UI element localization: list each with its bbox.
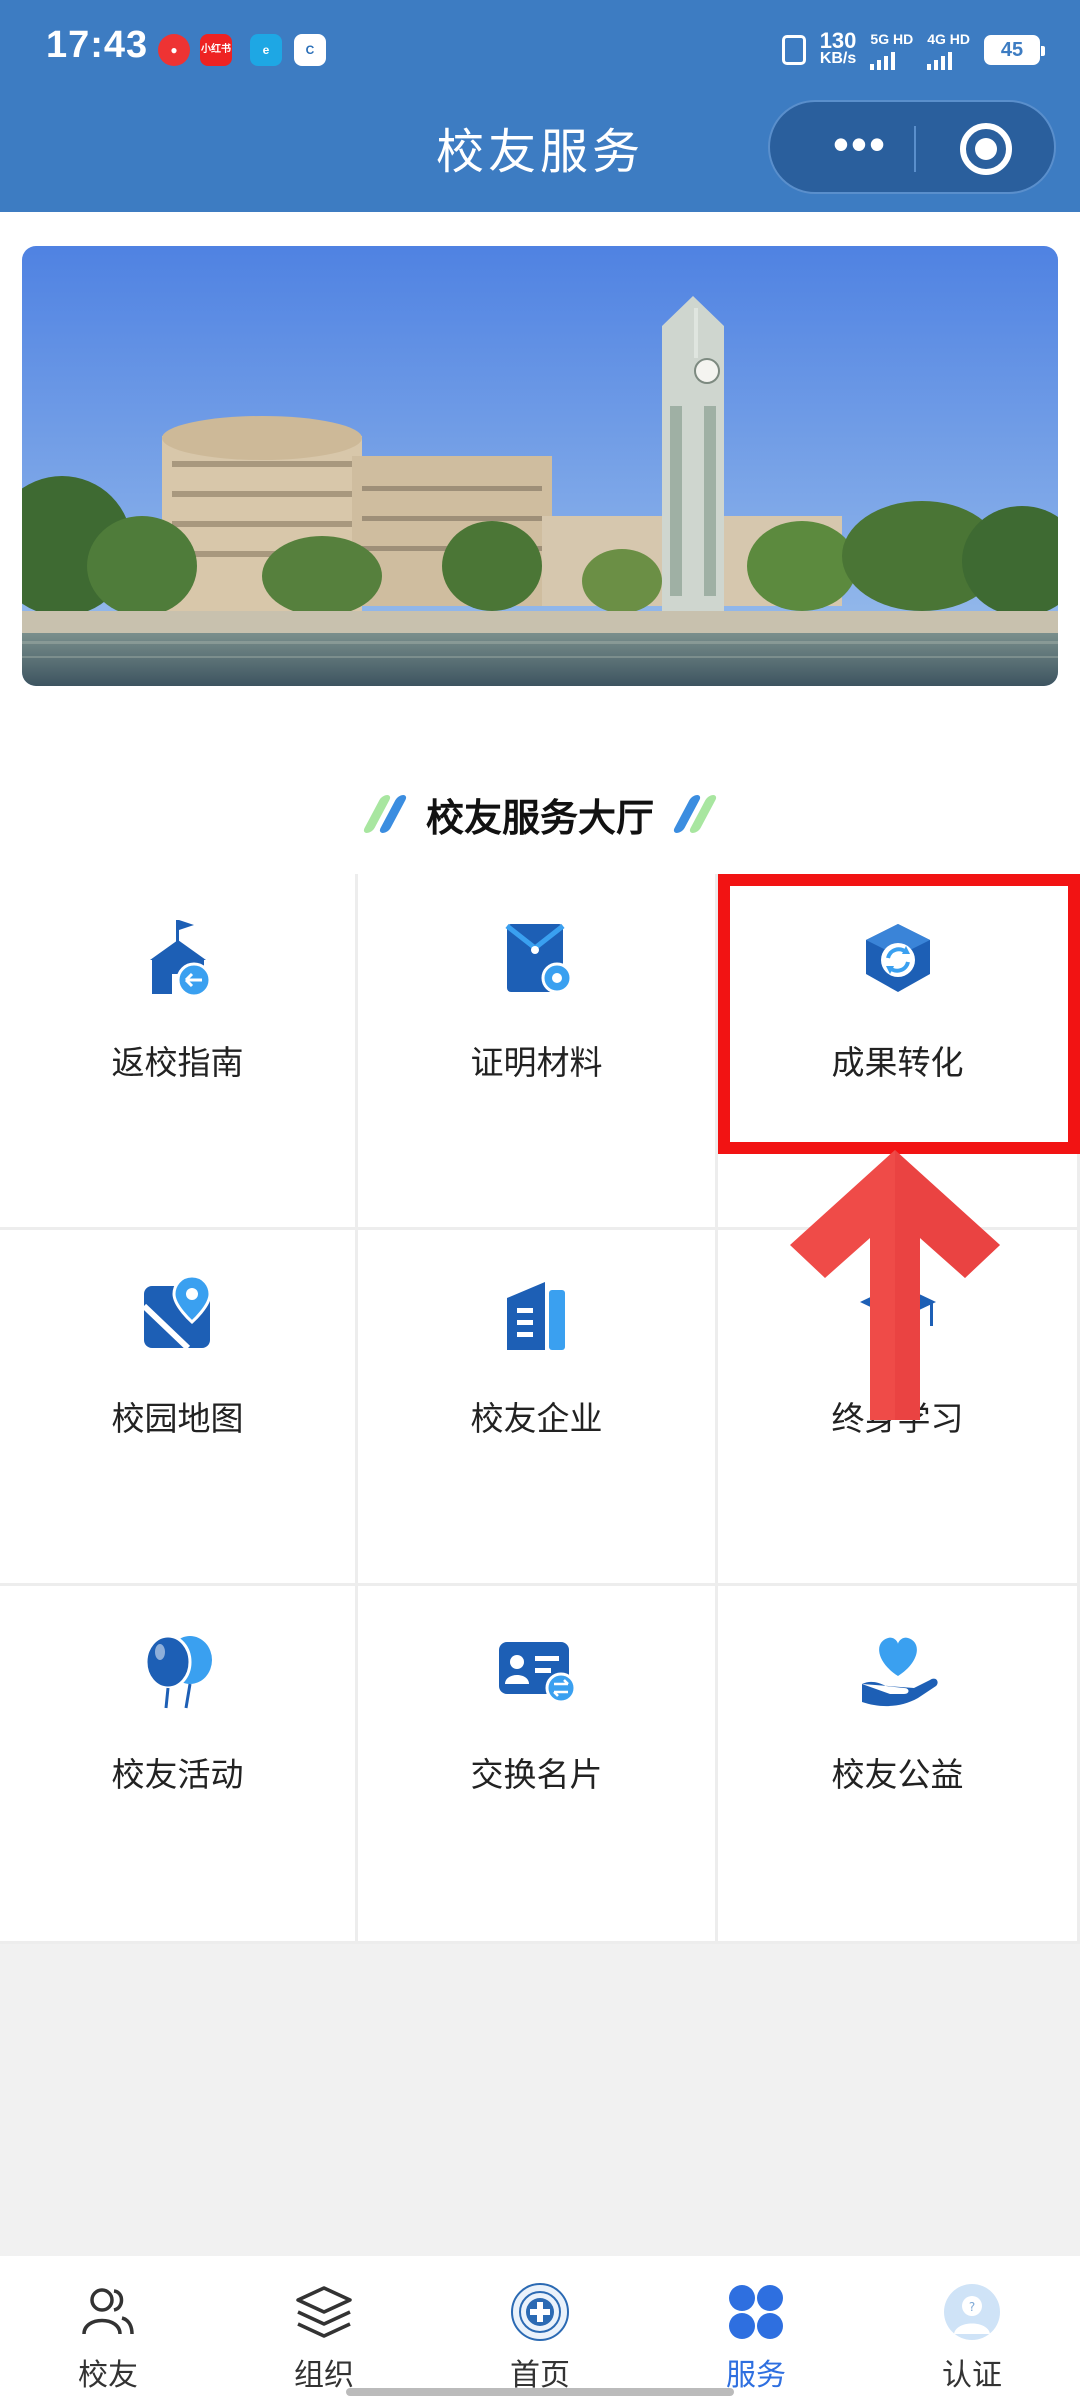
grid-icon [729, 2285, 783, 2339]
map-pin-icon [141, 1274, 212, 1351]
tab-alumni[interactable]: 校友 [0, 2256, 216, 2400]
people-icon [82, 2288, 134, 2335]
network-speed: 130 KB/s [819, 28, 857, 68]
c-icon: C [294, 34, 326, 66]
status-bar: 17:43 ● 小红书 e C 130 KB/s 5G HD 4G HD 45 [0, 0, 1080, 100]
business-card-icon [498, 1642, 576, 1704]
heart-hand-icon [861, 1637, 938, 1707]
empty-area [0, 1944, 1080, 2256]
service-alumni-enterprise[interactable]: 校友企业 [358, 1230, 718, 1586]
tab-organization[interactable]: 组织 [216, 2256, 432, 2400]
sim2-signal: 4G HD [927, 30, 970, 70]
layers-icon [296, 2286, 352, 2338]
sim1-signal: 5G HD [870, 30, 913, 70]
close-miniprogram-icon[interactable] [960, 123, 1012, 175]
home-indicator[interactable] [346, 2388, 734, 2396]
header-bar: 17:43 ● 小红书 e C 130 KB/s 5G HD 4G HD 45 … [0, 0, 1080, 212]
building-icon [506, 1282, 565, 1350]
section-title: 校友服务大厅 [425, 797, 654, 840]
system-indicators: 130 KB/s 5G HD 4G HD 45 [781, 28, 1045, 72]
document-settings-icon [504, 924, 572, 994]
service-label: 返校指南 [111, 1044, 244, 1081]
campus-photo [22, 246, 1058, 686]
service-label: 校友公益 [831, 1756, 964, 1793]
decor-slashes-right-icon [671, 795, 719, 833]
school-return-icon [149, 920, 211, 998]
service-campus-map[interactable]: 校园地图 [0, 1230, 358, 1586]
service-alumni-activities[interactable]: 校友活动 [0, 1586, 358, 1944]
signal-bars-icon [927, 48, 970, 70]
tab-verify[interactable]: ? 认证 [864, 2256, 1080, 2400]
up-arrow-icon [790, 1150, 1000, 1420]
tab-label: 认证 [942, 2359, 1002, 2392]
miniprogram-capsule[interactable]: ••• [768, 100, 1056, 194]
tab-home[interactable]: 首页 [432, 2256, 648, 2400]
more-icon[interactable]: ••• [810, 102, 910, 196]
service-label: 校友活动 [111, 1756, 244, 1793]
campus-banner[interactable] [22, 246, 1058, 686]
balloons-icon [144, 1634, 212, 1709]
highlight-box [718, 874, 1080, 1154]
decor-slashes-left-icon [361, 795, 409, 833]
bottom-tab-bar: 校友 组织 首页 服务 ? 认证 [0, 2256, 1080, 2400]
status-time: 17:43 [46, 24, 149, 66]
service-label: 证明材料 [470, 1044, 603, 1081]
vibrate-icon [781, 35, 806, 65]
service-alumni-charity[interactable]: 校友公益 [718, 1586, 1080, 1944]
service-certificates[interactable]: 证明材料 [358, 874, 718, 1230]
user-verify-icon: ? [944, 2284, 1000, 2340]
tab-label: 校友 [78, 2359, 138, 2392]
netease-music-icon: ● [158, 34, 190, 66]
section-header: 校友服务大厅 [0, 774, 1080, 854]
battery-icon: 45 [984, 35, 1045, 65]
service-label: 校园地图 [111, 1400, 244, 1437]
service-label: 校友企业 [470, 1400, 603, 1437]
xiaohongshu-icon: 小红书 [200, 34, 232, 66]
service-exchange-card[interactable]: 交换名片 [358, 1586, 718, 1944]
tab-services[interactable]: 服务 [648, 2256, 864, 2400]
capsule-divider [914, 126, 916, 172]
service-label: 交换名片 [470, 1756, 603, 1793]
svg-text:?: ? [969, 2300, 975, 2314]
university-logo-icon [511, 2283, 569, 2341]
signal-bars-icon [870, 48, 913, 70]
e-icon: e [250, 34, 282, 66]
service-return-guide[interactable]: 返校指南 [0, 874, 358, 1230]
